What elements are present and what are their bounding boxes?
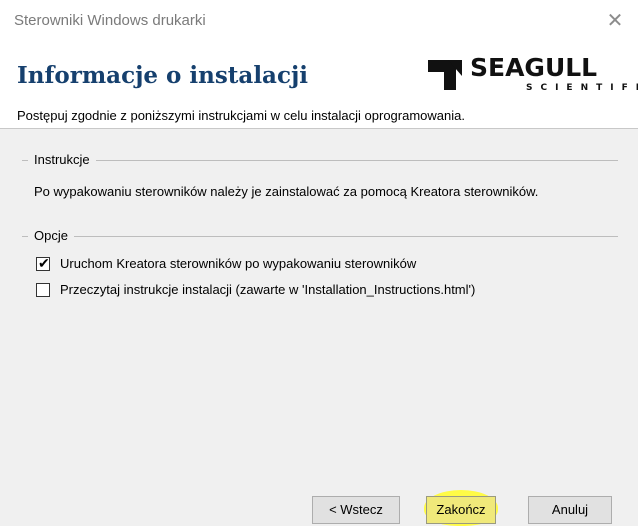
finish-button[interactable]: Zakończ: [426, 496, 496, 524]
read-instructions-checkbox[interactable]: [36, 283, 50, 297]
instructions-group: Instrukcje Po wypakowaniu sterowników na…: [22, 152, 618, 212]
instructions-group-label: Instrukcje: [28, 152, 96, 167]
seagull-logo: SEAGULL SCIENTIFIC: [426, 52, 638, 93]
checkmark-icon: ✔: [38, 255, 50, 271]
page-header: Informacje o instalacji SEAGULL SCIENTIF…: [0, 42, 638, 129]
close-icon[interactable]: ✕: [598, 6, 632, 36]
window-title: Sterowniki Windows drukarki: [14, 12, 206, 29]
back-button[interactable]: < Wstecz: [312, 496, 400, 524]
options-group: Opcje ✔ Uruchom Kreatora sterowników po …: [22, 228, 618, 308]
read-instructions-label[interactable]: Przeczytaj instrukcje instalacji (zawart…: [60, 282, 475, 297]
options-group-label: Opcje: [28, 228, 74, 243]
page-title: Informacje o instalacji: [17, 62, 309, 89]
page-subtitle: Postępuj zgodnie z poniższymi instrukcja…: [17, 108, 465, 123]
cancel-button[interactable]: Anuluj: [528, 496, 612, 524]
logo-wordmark: SEAGULL: [470, 53, 598, 82]
logo-subtext: SCIENTIFIC: [526, 83, 638, 93]
installer-window: Sterowniki Windows drukarki ✕ Informacje…: [0, 0, 638, 526]
run-wizard-checkbox[interactable]: ✔: [36, 255, 50, 271]
instructions-text: Po wypakowaniu sterowników należy je zai…: [34, 184, 539, 199]
title-bar: Sterowniki Windows drukarki ✕: [0, 0, 638, 42]
seagull-logo-icon: [428, 60, 462, 90]
run-wizard-label[interactable]: Uruchom Kreatora sterowników po wypakowa…: [60, 256, 416, 271]
